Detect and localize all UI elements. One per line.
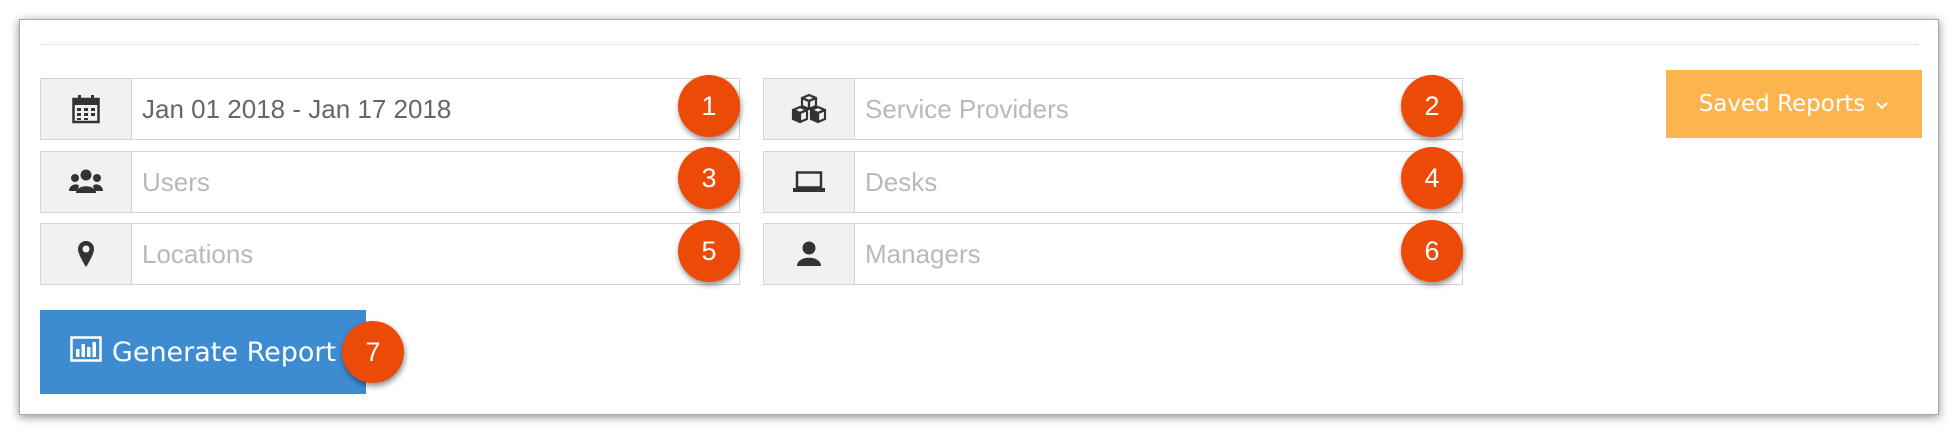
generate-report-button[interactable]: Generate Report <box>40 310 366 394</box>
desks-input[interactable]: Desks <box>855 152 1462 212</box>
users-input[interactable]: Users <box>132 152 739 212</box>
users-icon <box>41 152 132 212</box>
divider <box>40 44 1918 45</box>
callout-badge-1: 1 <box>678 75 740 137</box>
managers-field[interactable]: Managers <box>763 223 1463 285</box>
users-field[interactable]: Users <box>40 151 740 213</box>
calendar-icon <box>41 79 132 139</box>
desks-field[interactable]: Desks <box>763 151 1463 213</box>
service-providers-field[interactable]: Service Providers <box>763 78 1463 140</box>
date-range-field[interactable]: Jan 01 2018 - Jan 17 2018 <box>40 78 740 140</box>
locations-input[interactable]: Locations <box>132 224 739 284</box>
user-icon <box>764 224 855 284</box>
callout-badge-7: 7 <box>342 321 404 383</box>
bar-chart-icon <box>70 335 102 369</box>
date-range-input[interactable]: Jan 01 2018 - Jan 17 2018 <box>132 79 739 139</box>
callout-badge-3: 3 <box>678 147 740 209</box>
saved-reports-button[interactable]: Saved Reports <box>1666 70 1922 138</box>
service-providers-input[interactable]: Service Providers <box>855 79 1462 139</box>
callout-badge-4: 4 <box>1401 147 1463 209</box>
chevron-down-icon <box>1875 91 1889 117</box>
callout-badge-5: 5 <box>678 220 740 282</box>
managers-input[interactable]: Managers <box>855 224 1462 284</box>
map-marker-icon <box>41 224 132 284</box>
generate-report-label: Generate Report <box>111 336 337 368</box>
report-filter-panel: Jan 01 2018 - Jan 17 2018 1 Service Prov… <box>19 19 1939 415</box>
laptop-icon <box>764 152 855 212</box>
locations-field[interactable]: Locations <box>40 223 740 285</box>
cubes-icon <box>764 79 855 139</box>
saved-reports-label: Saved Reports <box>1698 91 1866 117</box>
callout-badge-2: 2 <box>1401 75 1463 137</box>
callout-badge-6: 6 <box>1401 220 1463 282</box>
